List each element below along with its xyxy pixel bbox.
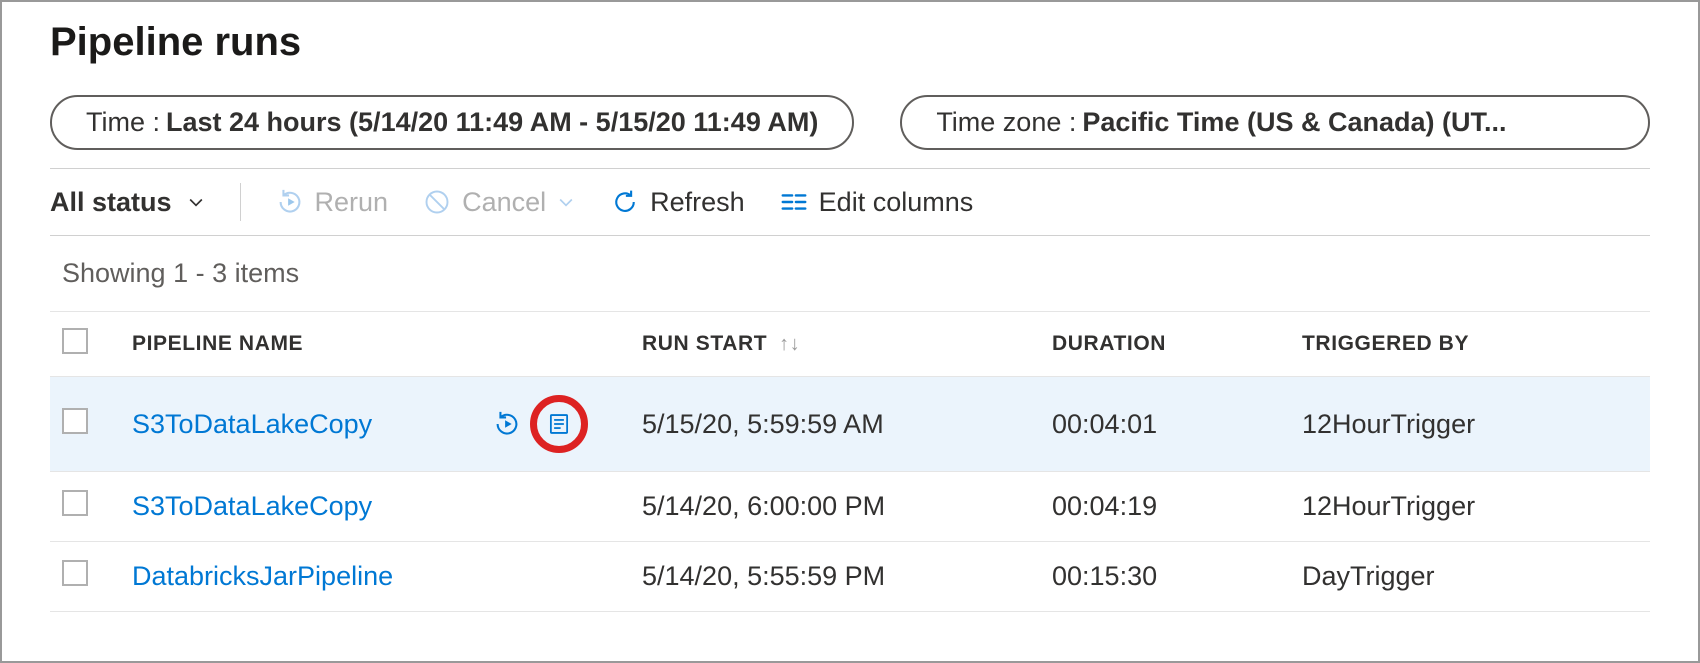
pipeline-name-link[interactable]: DatabricksJarPipeline: [132, 561, 393, 592]
row-checkbox[interactable]: [62, 408, 88, 434]
cancel-icon: [422, 187, 452, 217]
rerun-row-icon[interactable]: [492, 409, 522, 439]
pipeline-name-link[interactable]: S3ToDataLakeCopy: [132, 491, 372, 522]
time-filter-pill[interactable]: Time : Last 24 hours (5/14/20 11:49 AM -…: [50, 95, 854, 150]
time-filter-value: Last 24 hours (5/14/20 11:49 AM - 5/15/2…: [166, 107, 818, 138]
runs-table: Pipeline name Run start ↑↓ Duration Trig…: [50, 311, 1650, 612]
rerun-icon: [275, 187, 305, 217]
col-run-start[interactable]: Run start ↑↓: [630, 312, 1040, 377]
consumption-highlight-marker: [530, 395, 588, 453]
consumption-icon[interactable]: [544, 409, 574, 439]
col-name[interactable]: Pipeline name: [120, 312, 630, 377]
timezone-filter-pill[interactable]: Time zone : Pacific Time (US & Canada) (…: [900, 95, 1650, 150]
duration-cell: 00:04:01: [1040, 377, 1290, 472]
run-start-cell: 5/14/20, 6:00:00 PM: [630, 472, 1040, 542]
duration-cell: 00:15:30: [1040, 542, 1290, 612]
table-row[interactable]: DatabricksJarPipeline 5/14/20, 5:55:59 PM…: [50, 542, 1650, 612]
time-filter-label: Time :: [86, 107, 160, 138]
row-checkbox[interactable]: [62, 560, 88, 586]
table-row[interactable]: S3ToDataLakeCopy 5/14/20, 6:00:00 PM00:04…: [50, 472, 1650, 542]
page-title: Pipeline runs: [50, 20, 1650, 65]
col-triggered[interactable]: Triggered by: [1290, 312, 1650, 377]
filter-row: Time : Last 24 hours (5/14/20 11:49 AM -…: [50, 95, 1650, 150]
trigger-cell: 12HourTrigger: [1290, 377, 1650, 472]
chevron-down-icon: [556, 192, 576, 212]
showing-count: Showing 1 - 3 items: [50, 236, 1650, 311]
status-dropdown-label: All status: [50, 187, 172, 218]
trigger-cell: 12HourTrigger: [1290, 472, 1650, 542]
status-dropdown[interactable]: All status: [50, 187, 206, 218]
col-run-start-label: Run start: [642, 332, 767, 356]
run-start-cell: 5/14/20, 5:55:59 PM: [630, 542, 1040, 612]
trigger-cell: DayTrigger: [1290, 542, 1650, 612]
edit-columns-icon: [779, 187, 809, 217]
select-all-checkbox[interactable]: [62, 328, 88, 354]
refresh-button[interactable]: Refresh: [610, 187, 745, 218]
cancel-label: Cancel: [462, 187, 546, 218]
col-duration[interactable]: Duration: [1040, 312, 1290, 377]
row-checkbox[interactable]: [62, 490, 88, 516]
refresh-label: Refresh: [650, 187, 745, 218]
table-row[interactable]: S3ToDataLakeCopy 5/15/20, 5:59:59 AM00:04…: [50, 377, 1650, 472]
rerun-button: Rerun: [275, 187, 389, 218]
rerun-label: Rerun: [315, 187, 389, 218]
cancel-button: Cancel: [422, 187, 576, 218]
refresh-icon: [610, 187, 640, 217]
edit-columns-button[interactable]: Edit columns: [779, 187, 974, 218]
duration-cell: 00:04:19: [1040, 472, 1290, 542]
edit-columns-label: Edit columns: [819, 187, 974, 218]
run-start-cell: 5/15/20, 5:59:59 AM: [630, 377, 1040, 472]
timezone-filter-value: Pacific Time (US & Canada) (UT...: [1082, 107, 1506, 138]
timezone-filter-label: Time zone :: [936, 107, 1076, 138]
pipeline-name-link[interactable]: S3ToDataLakeCopy: [132, 409, 372, 440]
toolbar: All status Rerun Cancel: [50, 168, 1650, 236]
sort-icon: ↑↓: [779, 333, 800, 356]
toolbar-divider: [240, 183, 241, 221]
chevron-down-icon: [186, 192, 206, 212]
